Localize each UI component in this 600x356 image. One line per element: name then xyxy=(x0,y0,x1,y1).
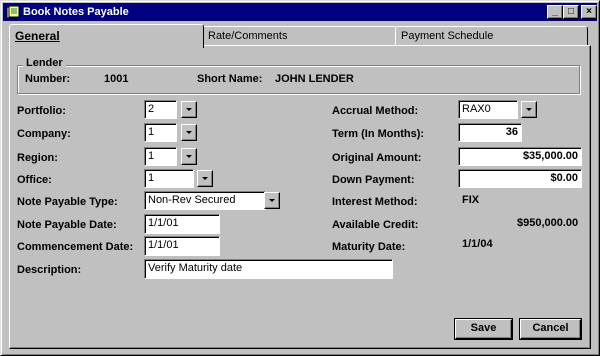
maturity-date-label: Maturity Date: xyxy=(332,241,406,253)
accrual-method-dropdown-button[interactable] xyxy=(521,101,537,118)
accrual-method-field[interactable]: RAX0 xyxy=(458,100,518,119)
term-field[interactable]: 36 xyxy=(458,123,522,142)
company-label: Company: xyxy=(17,128,71,140)
lender-number-value: 1001 xyxy=(104,73,129,85)
office-dropdown-button[interactable] xyxy=(197,170,213,187)
save-button[interactable]: Save xyxy=(455,319,512,339)
app-icon xyxy=(6,5,20,19)
region-dropdown-button[interactable] xyxy=(181,148,197,165)
short-name-value: JOHN LENDER xyxy=(275,73,354,85)
company-field[interactable]: 1 xyxy=(144,123,177,142)
lender-number-label: Number: xyxy=(25,73,71,85)
portfolio-field[interactable]: 2 xyxy=(144,100,177,119)
book-notes-payable-window: Book Notes Payable _ □ × General Rate/Co… xyxy=(0,0,600,356)
cancel-button[interactable]: Cancel xyxy=(520,319,581,339)
maturity-date-value: 1/1/04 xyxy=(462,238,493,250)
office-label: Office: xyxy=(17,174,52,186)
available-credit-value: $950,000.00 xyxy=(517,217,579,229)
tab-general[interactable]: General xyxy=(9,24,204,48)
region-label: Region: xyxy=(17,152,58,164)
portfolio-label: Portfolio: xyxy=(17,105,66,117)
down-payment-label: Down Payment: xyxy=(332,174,415,186)
tab-general-label: General xyxy=(15,29,60,43)
note-payable-type-label: Note Payable Type: xyxy=(17,196,118,208)
short-name-label: Short Name: xyxy=(197,73,263,85)
lender-group-label: Lender xyxy=(23,57,66,69)
description-field[interactable]: Verify Maturity date xyxy=(144,259,393,279)
original-amount-label: Original Amount: xyxy=(332,152,422,164)
company-dropdown-button[interactable] xyxy=(181,124,197,141)
commencement-date-field[interactable]: 1/1/01 xyxy=(144,236,220,256)
office-field[interactable]: 1 xyxy=(144,169,194,188)
note-payable-date-field[interactable]: 1/1/01 xyxy=(144,214,220,234)
down-payment-field[interactable]: $0.00 xyxy=(458,169,582,188)
interest-method-label: Interest Method: xyxy=(332,196,418,208)
note-payable-type-dropdown-button[interactable] xyxy=(264,192,280,209)
title-bar[interactable]: Book Notes Payable _ □ × xyxy=(3,3,597,21)
note-payable-type-field[interactable]: Non-Rev Secured xyxy=(144,191,266,210)
portfolio-dropdown-button[interactable] xyxy=(181,101,197,118)
available-credit-label: Available Credit: xyxy=(332,219,419,231)
maximize-button[interactable]: □ xyxy=(563,5,579,19)
tab-rate-comments[interactable]: Rate/Comments xyxy=(202,26,397,46)
note-payable-date-label: Note Payable Date: xyxy=(17,219,117,231)
close-button[interactable]: × xyxy=(581,5,597,19)
region-field[interactable]: 1 xyxy=(144,147,177,166)
window-title: Book Notes Payable xyxy=(23,6,129,18)
tab-rate-comments-label: Rate/Comments xyxy=(208,30,288,42)
commencement-date-label: Commencement Date: xyxy=(17,241,134,253)
original-amount-field[interactable]: $35,000.00 xyxy=(458,147,582,166)
tab-payment-schedule-label: Payment Schedule xyxy=(401,30,494,42)
interest-method-value: FIX xyxy=(462,194,480,206)
term-label: Term (In Months): xyxy=(332,128,425,140)
accrual-method-label: Accrual Method: xyxy=(332,105,419,117)
description-label: Description: xyxy=(17,264,82,276)
tab-payment-schedule[interactable]: Payment Schedule xyxy=(395,26,588,46)
minimize-button[interactable]: _ xyxy=(547,5,563,19)
